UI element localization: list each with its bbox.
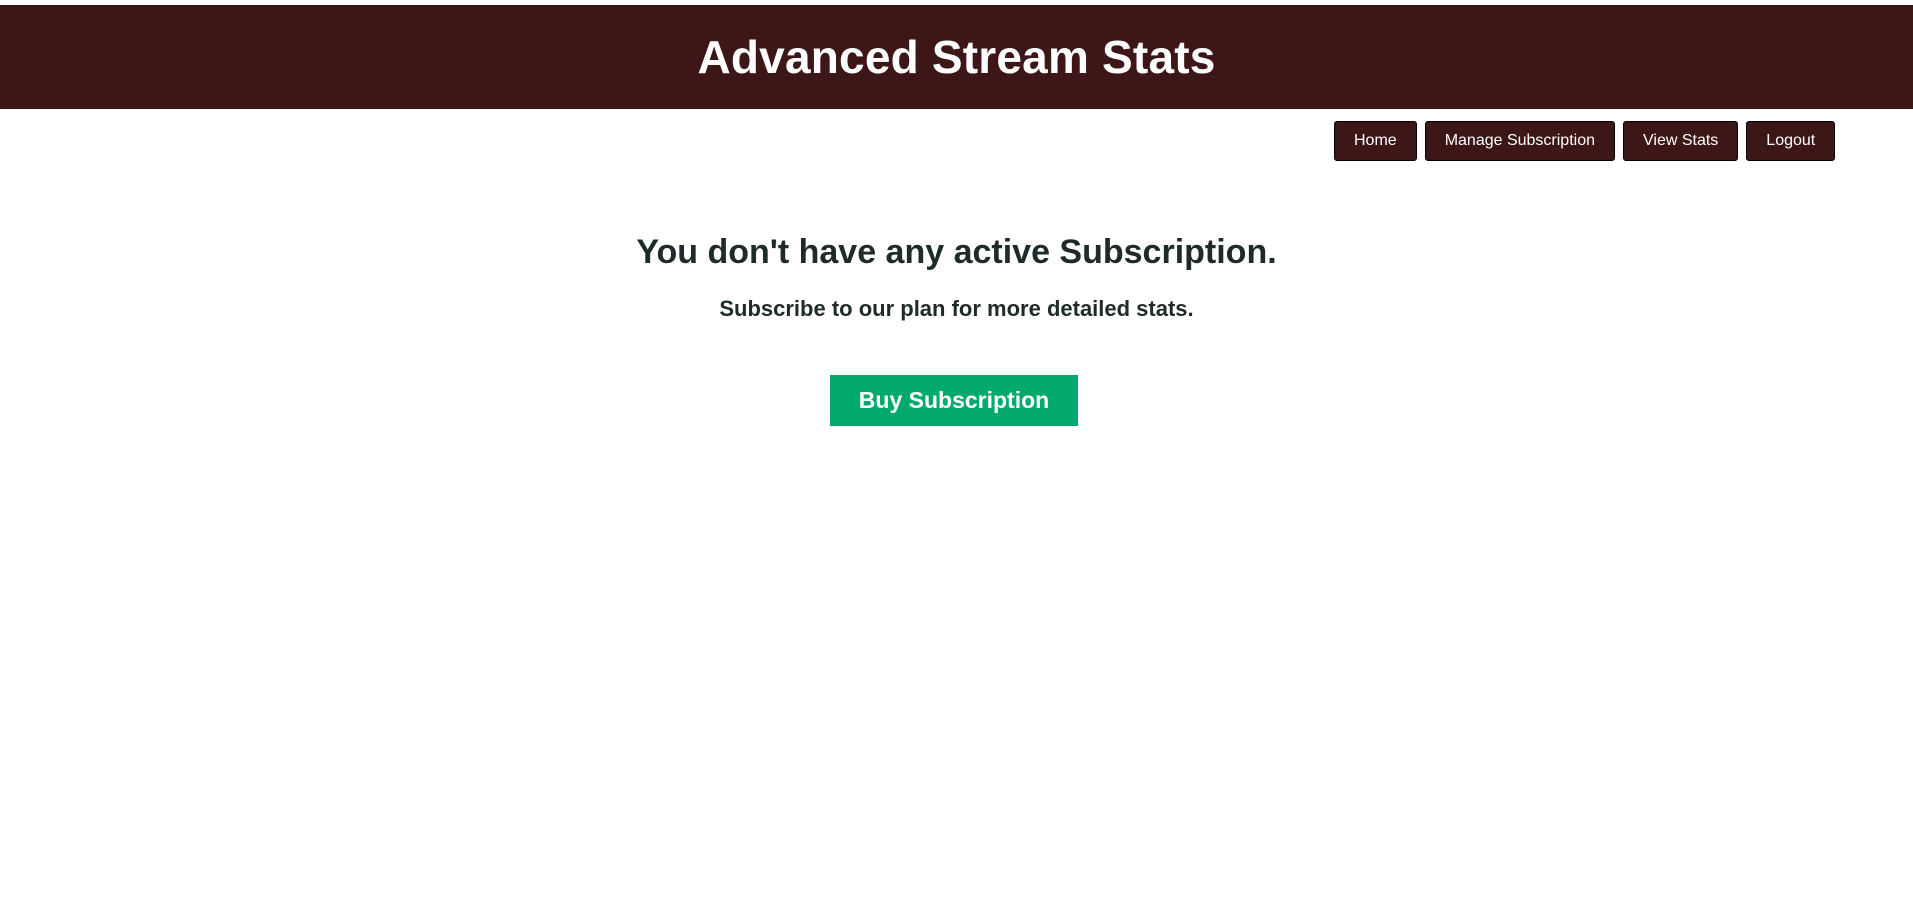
subscribe-prompt-text: Subscribe to our plan for more detailed … — [719, 296, 1194, 321]
no-subscription-heading: You don't have any active Subscription. — [636, 233, 1277, 271]
nav-logout-button[interactable]: Logout — [1746, 121, 1836, 161]
main-content: You don't have any active Subscription. … — [0, 222, 1913, 324]
nav-view-stats-button[interactable]: View Stats — [1623, 121, 1739, 161]
nav-home-button[interactable]: Home — [1334, 121, 1417, 161]
site-title: Advanced Stream Stats — [697, 31, 1216, 83]
main-nav: Home Manage Subscription View Stats Logo… — [1334, 121, 1836, 161]
site-header: Advanced Stream Stats — [0, 5, 1913, 109]
buy-subscription-button[interactable]: Buy Subscription — [830, 375, 1078, 426]
nav-manage-subscription-button[interactable]: Manage Subscription — [1424, 121, 1615, 161]
